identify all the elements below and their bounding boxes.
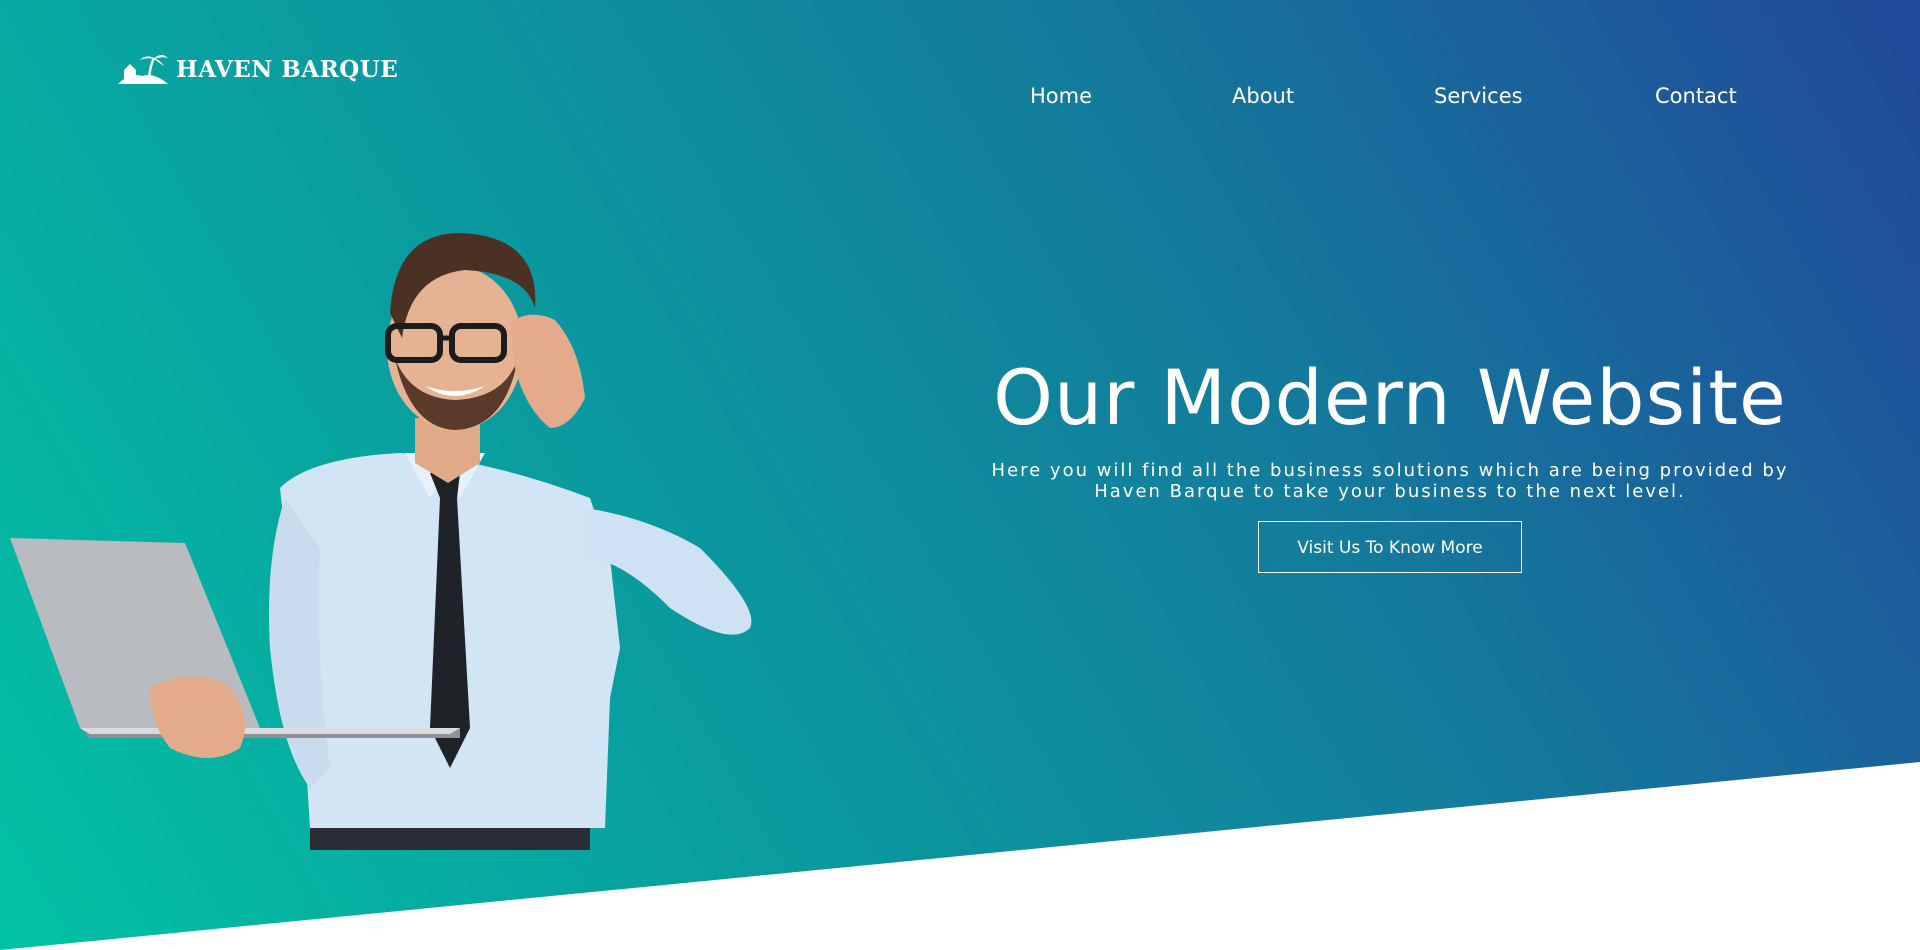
nav-services[interactable]: Services [1434, 84, 1523, 108]
hero-headline: Our Modern Website [993, 353, 1787, 442]
nav-about[interactable]: About [1232, 84, 1294, 108]
nav-home[interactable]: Home [1030, 84, 1092, 108]
hero-content: Our Modern Website Here you will find al… [960, 350, 1820, 573]
main-nav: Home About Services Contact [1030, 84, 1790, 114]
brand-logo[interactable]: HAVEN BARQUE [116, 52, 398, 86]
nav-contact[interactable]: Contact [1655, 84, 1737, 108]
brand-name: HAVEN BARQUE [176, 55, 399, 83]
hero-subtext: Here you will find all the business solu… [991, 460, 1789, 502]
businessman-with-laptop-image [10, 233, 752, 850]
visit-us-button[interactable]: Visit Us To Know More [1258, 521, 1522, 573]
island-palm-icon [118, 55, 168, 84]
